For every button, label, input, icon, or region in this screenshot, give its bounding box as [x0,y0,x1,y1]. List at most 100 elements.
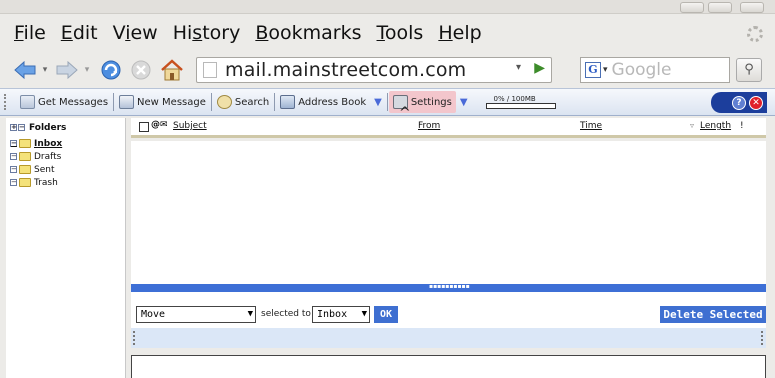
help-logout-pill: ? ✕ [711,92,767,113]
collapse-icon[interactable]: − [10,153,17,160]
collapse-icon[interactable]: − [10,179,17,186]
sort-indicator-icon: ▿ [690,121,695,130]
toolbar-grip[interactable] [761,331,763,345]
address-book-icon [280,95,296,109]
new-message-button[interactable]: New Message [115,91,210,113]
toolbar-separator [274,93,276,111]
get-messages-button[interactable]: Get Messages [16,91,112,113]
folder-icon [19,139,31,148]
column-time[interactable]: Time [580,121,602,131]
forward-history-dropdown-icon[interactable]: ▾ [82,58,92,82]
selected-to-label: selected to [261,309,311,319]
new-message-label: New Message [137,96,206,108]
search-magnifier-icon[interactable]: ⚲ [736,58,762,82]
column-subject[interactable]: Subject [173,121,207,131]
loading-throbber-icon [747,26,763,42]
menu-history[interactable]: History [173,22,241,44]
folder-drafts[interactable]: − Drafts [6,150,125,163]
menu-bookmarks[interactable]: Bookmarks [255,22,361,44]
folder-label: Sent [34,164,55,175]
collapse-icon[interactable]: − [10,140,17,147]
url-text[interactable]: mail.mainstreetcom.com [225,59,466,81]
get-messages-icon [20,95,35,109]
move-select-value: Move [141,309,166,320]
folder-label: Inbox [34,138,63,149]
pane-splitter[interactable]: ▪▪▪▪▪▪▪▪▪▪ [131,283,766,292]
collapse-icon[interactable]: − [10,166,17,173]
menu-tools[interactable]: Tools [377,22,424,44]
maximize-button[interactable] [708,2,732,13]
message-preview-pane[interactable] [131,355,766,378]
column-from[interactable]: From [418,121,440,131]
folders-header-label: Folders [29,122,67,133]
new-message-icon [119,95,135,109]
navigation-toolbar: ▾ ▾ mail.mainstreetcom.com ▾ ▶ G ▾ Googl… [0,52,775,88]
search-input[interactable]: Google [612,60,672,80]
folder-icon [19,152,31,161]
back-history-dropdown-icon[interactable]: ▾ [40,58,50,82]
target-folder-value: Inbox [317,309,348,320]
target-folder-select[interactable]: Inbox ▼ [312,306,370,323]
search-bar[interactable]: G ▾ Google [580,57,730,83]
address-book-label: Address Book [298,96,367,108]
message-list-header: @ ✉ Subject From Time ▿ Length ! [131,118,766,138]
toolbar-grip[interactable] [4,94,10,110]
home-icon[interactable] [158,58,186,82]
select-all-checkbox[interactable] [139,122,149,132]
delete-selected-button[interactable]: Delete Selected [660,306,766,323]
back-arrow-icon[interactable] [12,58,38,82]
address-book-button[interactable]: Address Book [276,91,370,113]
binoculars-icon [216,95,232,109]
dropdown-arrow-icon: ▼ [361,309,367,319]
settings-dropdown-icon[interactable]: ▼ [460,97,468,108]
help-icon[interactable]: ? [732,95,746,110]
minimize-button[interactable] [680,2,704,13]
menu-edit[interactable]: Edit [61,22,98,44]
toolbar-separator [386,93,388,111]
menu-help[interactable]: Help [438,22,481,44]
folder-label: Trash [34,177,58,188]
settings-caret-icon: ^ [399,105,411,121]
folders-header[interactable]: + − Folders [6,121,125,134]
engine-dropdown-icon[interactable]: ▾ [603,65,608,75]
address-book-dropdown-icon[interactable]: ▼ [374,97,382,108]
google-engine-icon[interactable]: G [585,62,601,78]
page-icon [203,62,217,78]
quota-bar [485,103,556,109]
action-bar: Move ▼ selected to Inbox ▼ OK Delete Sel… [131,292,766,328]
folder-inbox[interactable]: − Inbox [6,137,125,150]
reload-icon[interactable] [98,58,124,82]
move-select[interactable]: Move ▼ [136,306,256,323]
column-length[interactable]: Length [700,121,731,131]
quota-label: 0% / 100MB [493,95,536,103]
close-window-button[interactable] [740,2,764,13]
folder-sent[interactable]: − Sent [6,163,125,176]
toolbar-grip[interactable] [133,331,135,345]
dropdown-arrow-icon: ▼ [247,309,253,319]
search-label: Search [234,96,270,108]
menu-file[interactable]: File [14,22,46,44]
collapse-all-icon[interactable]: − [18,124,25,131]
folder-trash[interactable]: − Trash [6,176,125,189]
forward-arrow-icon[interactable] [54,58,80,82]
menu-view[interactable]: View [113,22,158,44]
webmail-toolbar: Get Messages New Message Search Address … [0,88,775,116]
logout-icon[interactable]: ✕ [749,95,763,110]
expand-all-icon[interactable]: + [10,124,17,131]
url-history-dropdown-icon[interactable]: ▾ [516,62,521,73]
right-edge [766,116,775,378]
get-messages-label: Get Messages [38,96,109,108]
message-list[interactable] [131,141,766,284]
splitter-grip: ▪▪▪▪▪▪▪▪▪▪ [429,283,470,290]
toolbar-separator [113,93,115,111]
search-button[interactable]: Search [213,91,273,113]
browser-window: File Edit View History Bookmarks Tools H… [0,0,775,378]
settings-label: Settings [410,96,452,108]
column-priority[interactable]: ! [740,121,744,131]
stop-icon[interactable] [128,58,154,82]
url-bar[interactable]: mail.mainstreetcom.com ▾ ▶ [196,57,552,83]
attachment-icon: @ [151,120,160,130]
ok-button[interactable]: OK [374,306,398,323]
menu-bar: File Edit View History Bookmarks Tools H… [0,14,775,52]
go-arrow-icon[interactable]: ▶ [534,60,545,76]
